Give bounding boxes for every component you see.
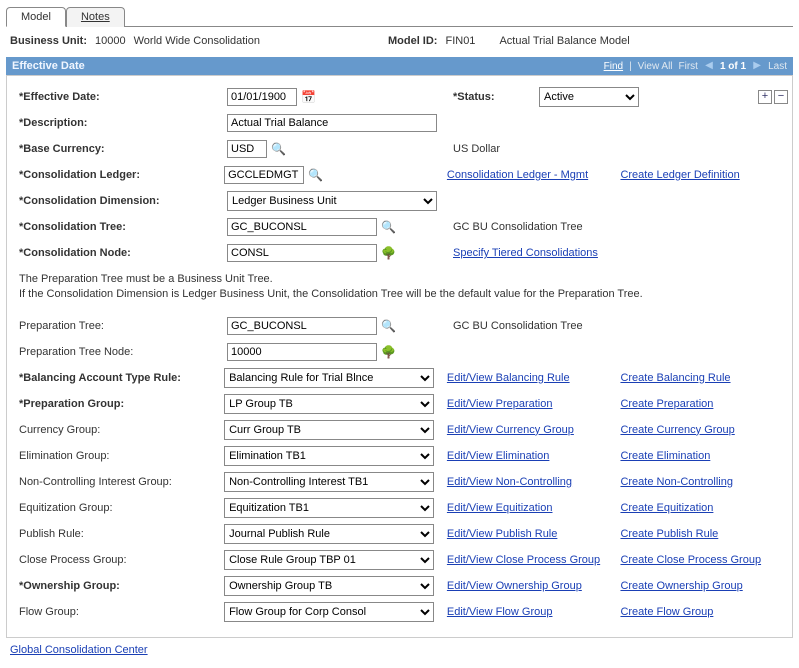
section-title: Effective Date (12, 60, 85, 72)
preparation-tree-input[interactable] (227, 317, 377, 335)
description-label: *Description: (11, 117, 221, 129)
base-currency-input[interactable] (227, 140, 267, 158)
lookup-icon[interactable]: 🔍 (381, 319, 396, 333)
edit-equitization-link[interactable]: Edit/View Equitization (447, 502, 553, 514)
tab-notes[interactable]: Notes (66, 7, 125, 27)
business-unit-label: Business Unit: (10, 35, 87, 47)
preparation-tree-label: Preparation Tree: (11, 320, 221, 332)
close-process-group-select[interactable]: Close Rule Group TBP 01 (224, 550, 434, 570)
balancing-rule-label: *Balancing Account Type Rule: (11, 372, 218, 384)
tab-model[interactable]: Model (6, 7, 66, 27)
header: Business Unit: 10000 World Wide Consolid… (10, 35, 789, 47)
record-position: 1 of 1 (720, 61, 746, 72)
preparation-tree-node-label: Preparation Tree Node: (11, 346, 221, 358)
equitization-group-label: Equitization Group: (11, 502, 218, 514)
create-balancing-rule-link[interactable]: Create Balancing Rule (620, 372, 730, 384)
consolidation-node-input[interactable] (227, 244, 377, 262)
consolidation-tree-desc: GC BU Consolidation Tree (453, 221, 623, 233)
edit-publish-rule-link[interactable]: Edit/View Publish Rule (447, 528, 557, 540)
lookup-icon[interactable]: 🔍 (271, 142, 286, 156)
view-all-link[interactable]: View All (638, 61, 673, 72)
tree-icon[interactable]: 🌳 (381, 246, 396, 260)
flow-group-label: Flow Group: (11, 606, 218, 618)
preparation-group-select[interactable]: LP Group TB (224, 394, 434, 414)
publish-rule-select[interactable]: Journal Publish Rule (224, 524, 434, 544)
ownership-group-select[interactable]: Ownership Group TB (224, 576, 434, 596)
specify-tiered-link[interactable]: Specify Tiered Consolidations (453, 247, 598, 259)
lookup-icon[interactable]: 🔍 (381, 220, 396, 234)
next-icon[interactable]: ▶ (752, 61, 762, 71)
equitization-group-select[interactable]: Equitization TB1 (224, 498, 434, 518)
publish-rule-label: Publish Rule: (11, 528, 218, 540)
elimination-group-label: Elimination Group: (11, 450, 218, 462)
flow-group-select[interactable]: Flow Group for Corp Consol (224, 602, 434, 622)
tab-strip: Model Notes (6, 6, 793, 27)
create-publish-rule-link[interactable]: Create Publish Rule (620, 528, 718, 540)
base-currency-label: *Base Currency: (11, 143, 221, 155)
create-equitization-link[interactable]: Create Equitization (620, 502, 713, 514)
create-currency-group-link[interactable]: Create Currency Group (620, 424, 734, 436)
model-id-desc: Actual Trial Balance Model (499, 35, 629, 47)
status-label: *Status: (453, 91, 533, 103)
create-close-process-link[interactable]: Create Close Process Group (620, 554, 761, 566)
business-unit-value: 10000 (95, 35, 126, 47)
form-area: *Effective Date: 📅 *Status: Active + − *… (6, 75, 793, 638)
consolidation-tree-input[interactable] (227, 218, 377, 236)
balancing-rule-select[interactable]: Balancing Rule for Trial Blnce (224, 368, 434, 388)
consolidation-ledger-label: *Consolidation Ledger: (11, 169, 218, 181)
edit-close-process-link[interactable]: Edit/View Close Process Group (447, 554, 600, 566)
status-select[interactable]: Active (539, 87, 639, 107)
base-currency-desc: US Dollar (453, 143, 623, 155)
consolidation-dimension-label: *Consolidation Dimension: (11, 195, 221, 207)
business-unit-desc: World Wide Consolidation (134, 35, 260, 47)
model-id-label: Model ID: (388, 35, 438, 47)
close-process-group-label: Close Process Group: (11, 554, 218, 566)
edit-balancing-rule-link[interactable]: Edit/View Balancing Rule (447, 372, 570, 384)
consolidation-dimension-select[interactable]: Ledger Business Unit (227, 191, 437, 211)
preparation-tree-node-input[interactable] (227, 343, 377, 361)
edit-currency-group-link[interactable]: Edit/View Currency Group (447, 424, 574, 436)
create-elimination-link[interactable]: Create Elimination (620, 450, 710, 462)
preparation-tree-desc: GC BU Consolidation Tree (453, 320, 623, 332)
consolidation-ledger-link[interactable]: Consolidation Ledger - Mgmt (447, 169, 588, 181)
delete-row-button[interactable]: − (774, 90, 788, 104)
create-ownership-group-link[interactable]: Create Ownership Group (620, 580, 742, 592)
edit-elimination-link[interactable]: Edit/View Elimination (447, 450, 550, 462)
last-label: Last (768, 61, 787, 72)
edit-preparation-link[interactable]: Edit/View Preparation (447, 398, 553, 410)
preparation-group-label: *Preparation Group: (11, 398, 218, 410)
currency-group-label: Currency Group: (11, 424, 218, 436)
create-ledger-definition-link[interactable]: Create Ledger Definition (620, 169, 739, 181)
consolidation-node-label: *Consolidation Node: (11, 247, 221, 259)
first-label: First (679, 61, 698, 72)
consolidation-tree-label: *Consolidation Tree: (11, 221, 221, 233)
calendar-icon[interactable]: 📅 (301, 90, 316, 104)
elimination-group-select[interactable]: Elimination TB1 (224, 446, 434, 466)
edit-ownership-group-link[interactable]: Edit/View Ownership Group (447, 580, 582, 592)
ownership-group-label: *Ownership Group: (11, 580, 218, 592)
currency-group-select[interactable]: Curr Group TB (224, 420, 434, 440)
create-nci-link[interactable]: Create Non-Controlling (620, 476, 733, 488)
create-preparation-link[interactable]: Create Preparation (620, 398, 713, 410)
description-input[interactable] (227, 114, 437, 132)
lookup-icon[interactable]: 🔍 (308, 168, 323, 182)
section-header: Effective Date Find | View All First ◀ 1… (6, 57, 793, 75)
model-id-value: FIN01 (445, 35, 475, 47)
preparation-note: The Preparation Tree must be a Business … (11, 268, 788, 311)
consolidation-ledger-input[interactable] (224, 166, 304, 184)
create-flow-group-link[interactable]: Create Flow Group (620, 606, 713, 618)
edit-nci-link[interactable]: Edit/View Non-Controlling (447, 476, 572, 488)
edit-flow-group-link[interactable]: Edit/View Flow Group (447, 606, 553, 618)
tree-icon[interactable]: 🌳 (381, 345, 396, 359)
effective-date-input[interactable] (227, 88, 297, 106)
effective-date-label: *Effective Date: (11, 91, 221, 103)
find-link[interactable]: Find (604, 61, 623, 72)
prev-icon[interactable]: ◀ (704, 61, 714, 71)
nci-group-label: Non-Controlling Interest Group: (11, 476, 218, 488)
add-row-button[interactable]: + (758, 90, 772, 104)
nci-group-select[interactable]: Non-Controlling Interest TB1 (224, 472, 434, 492)
global-consolidation-center-link[interactable]: Global Consolidation Center (10, 644, 148, 656)
